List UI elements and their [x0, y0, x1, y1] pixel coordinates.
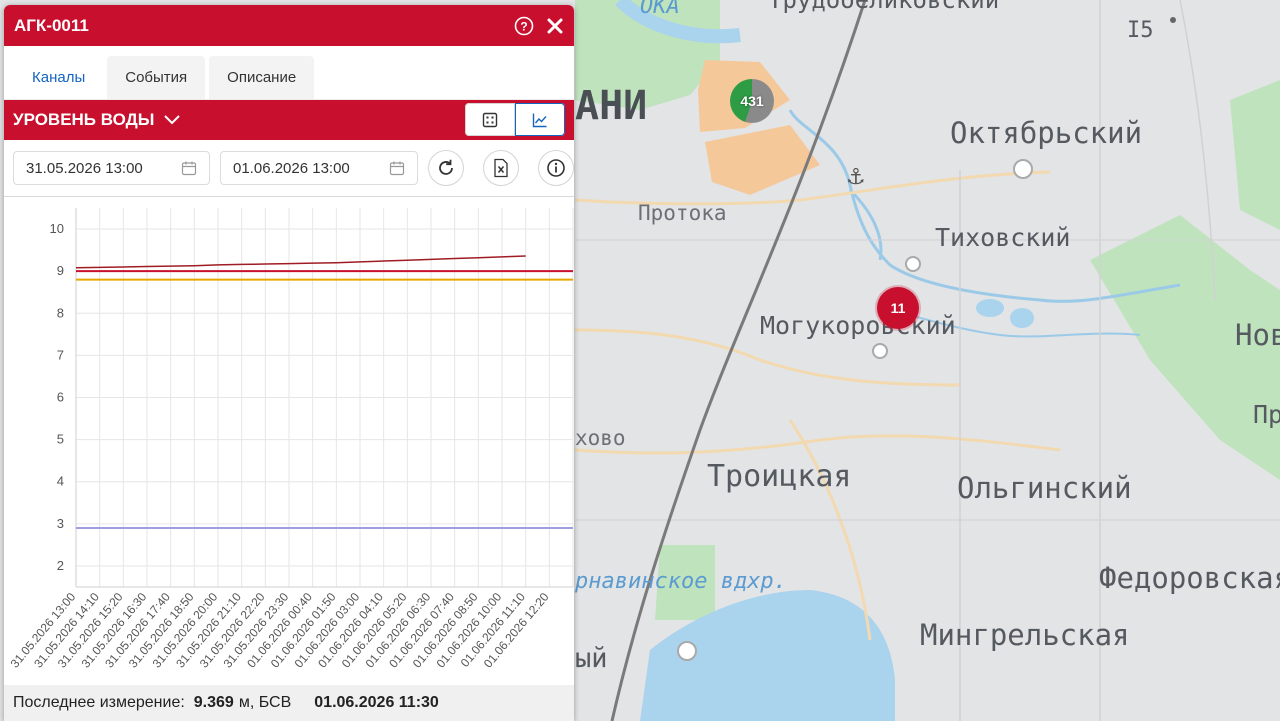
help-icon[interactable]: ? — [514, 16, 534, 36]
cluster-count: 431 — [740, 93, 764, 109]
y-tick-label: 7 — [57, 347, 64, 362]
map-label-mogukorovsky: Могукоровский — [760, 311, 956, 340]
station-panel: АГК-0011 ? Каналы События Описание УРОВЕ… — [4, 5, 574, 721]
info-button[interactable] — [538, 150, 574, 186]
tab-events[interactable]: События — [107, 56, 206, 99]
refresh-button[interactable] — [428, 150, 464, 186]
y-tick-label: 3 — [57, 516, 64, 531]
svg-text:?: ? — [520, 19, 527, 33]
date-to-value: 01.06.2026 13:00 — [233, 159, 350, 177]
excel-icon — [494, 158, 508, 178]
y-tick-label: 2 — [57, 558, 64, 573]
table-icon — [482, 112, 498, 127]
y-tick-label: 4 — [57, 474, 64, 489]
chart-icon — [532, 113, 547, 127]
export-excel-button[interactable] — [483, 150, 519, 186]
chevron-down-icon — [164, 115, 181, 125]
map-label-i5: I5 — [1127, 18, 1154, 43]
map-label-troitskaya: Троицкая — [707, 459, 852, 494]
y-tick-label: 6 — [57, 390, 64, 405]
date-to-field[interactable]: 01.06.2026 13:00 — [220, 151, 418, 185]
status-unit: м, БСВ — [238, 694, 292, 711]
status-bar: Последнее измерение: 9.369 м, БСВ 01.06.… — [4, 685, 574, 721]
channel-selector[interactable]: УРОВЕНЬ ВОДЫ — [4, 100, 574, 140]
y-tick-label: 8 — [57, 305, 64, 320]
svg-text:⚓: ⚓ — [846, 165, 866, 190]
channel-label: УРОВЕНЬ ВОДЫ — [13, 110, 155, 129]
status-value: 9.369 — [193, 694, 234, 711]
y-tick-label: 9 — [57, 263, 64, 278]
map-label-oka: ОКА — [640, 0, 680, 19]
map-label-yy: ый — [575, 643, 608, 674]
map-label-oktyabrsky: Октябрьский — [950, 116, 1143, 150]
status-timestamp: 01.06.2026 11:30 — [314, 694, 439, 711]
water-level-chart: 2 3 4 5 6 7 8 9 10 31.05.2026 13:00 31.05.2026 14:… — [4, 196, 574, 685]
controls-bar: 31.05.2026 13:00 01.06.2026 13:00 — [4, 140, 574, 197]
map-label-ani: АНИ — [575, 83, 648, 129]
panel-title: АГК-0011 — [14, 15, 89, 35]
refresh-icon — [439, 159, 453, 175]
calendar-icon — [181, 161, 197, 176]
map-label-novo: Нов — [1235, 318, 1280, 352]
map-label-pr: Пр — [1253, 400, 1280, 429]
date-from-field[interactable]: 31.05.2026 13:00 — [13, 151, 210, 185]
chart-view-button[interactable] — [515, 103, 565, 136]
panel-titlebar: АГК-0011 ? — [4, 5, 574, 46]
close-icon[interactable] — [546, 17, 564, 35]
date-from-value: 31.05.2026 13:00 — [26, 159, 143, 177]
chart-svg: 234567891031.05.2026 13:0031.05.2026 14:… — [8, 208, 574, 670]
map-label-olginsky: Ольгинский — [957, 471, 1132, 505]
tab-channels[interactable]: Каналы — [14, 56, 104, 99]
tab-description[interactable]: Описание — [209, 56, 315, 99]
map-label-tikhovsky: Тиховский — [935, 223, 1071, 252]
cluster-count: 11 — [890, 300, 906, 316]
series-line — [75, 255, 526, 269]
map-cluster-marker[interactable]: 431 — [730, 79, 774, 123]
panel-tabs: Каналы События Описание — [4, 46, 574, 100]
status-prefix: Последнее измерение: — [13, 694, 185, 711]
map-label-trud: Трудобеликовский — [768, 0, 1000, 14]
table-view-button[interactable] — [465, 103, 515, 136]
info-icon — [547, 159, 565, 177]
map-label-fedorovskaya: Федоровская — [1099, 561, 1280, 595]
map-label-khovo: хово — [575, 426, 626, 450]
map-cluster-marker[interactable]: 11 — [877, 287, 919, 329]
map-label-mingrelskaya: Мингрельская — [920, 618, 1130, 652]
y-tick-label: 5 — [57, 432, 64, 447]
y-tick-label: 10 — [50, 221, 64, 236]
map-label-reservoir: рнавинское вдхр. — [575, 569, 787, 594]
view-toggle — [465, 103, 565, 136]
map-label-protoka: Протока — [638, 201, 727, 225]
calendar-icon — [389, 161, 405, 176]
